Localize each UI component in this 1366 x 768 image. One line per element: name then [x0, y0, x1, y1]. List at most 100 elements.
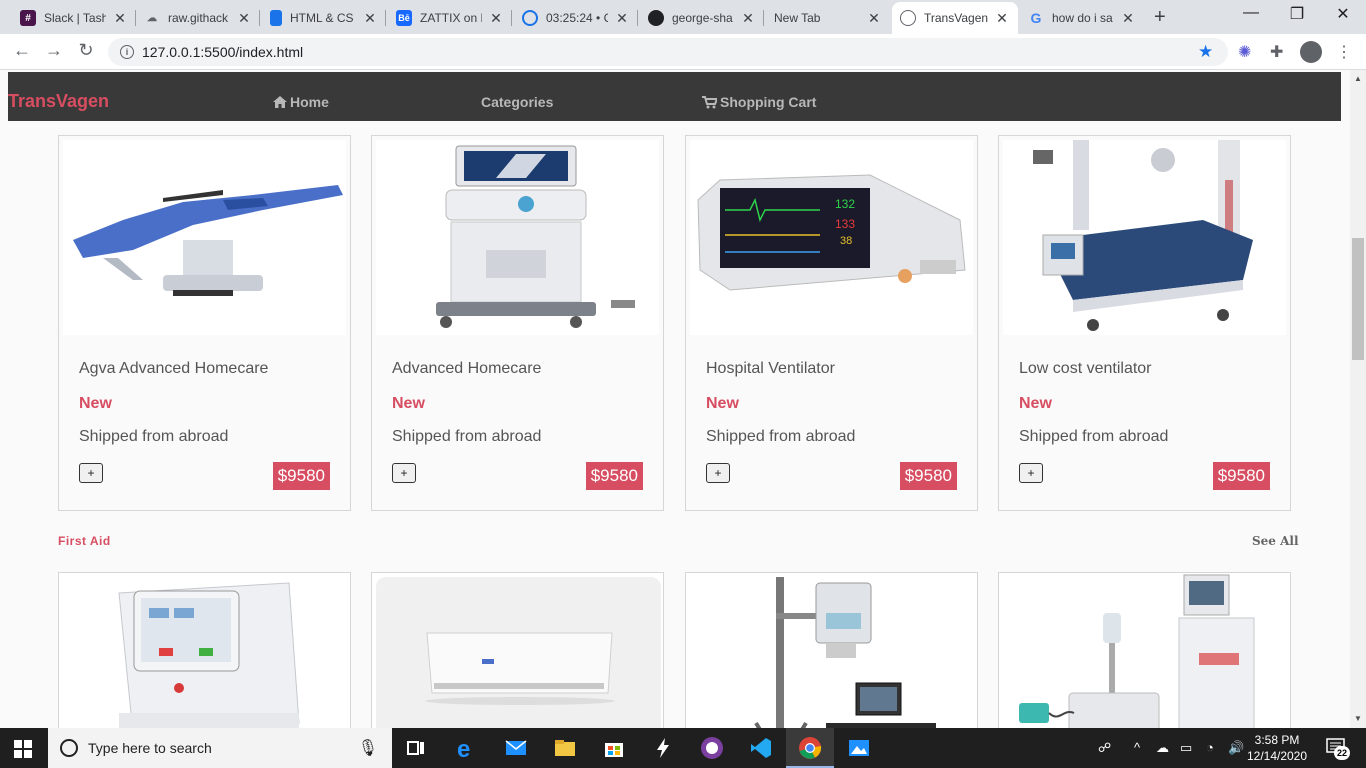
tab-githack[interactable]: ☁ raw.githack ✕ [136, 2, 260, 34]
close-icon[interactable]: ✕ [1120, 10, 1136, 27]
forward-button[interactable]: → [42, 40, 66, 61]
github-desktop-icon[interactable] [700, 736, 724, 760]
githack-icon: ☁ [147, 12, 157, 24]
browser-tab-strip: # Slack | Tash ✕ ☁ raw.githack ✕ HTML & … [0, 0, 1366, 34]
tab-google[interactable]: G how do i sa ✕ [1020, 2, 1144, 34]
close-window-button[interactable]: ✕ [1320, 4, 1366, 24]
close-icon[interactable]: ✕ [236, 10, 252, 27]
windows-taskbar: Type here to search 🎙 e ☍ ^ ☁ ▭ ◔ 🔊 3:58… [0, 728, 1366, 768]
search-placeholder: Type here to search [88, 740, 212, 756]
product-name[interactable]: Advanced Homecare [392, 360, 541, 378]
file-explorer-icon[interactable] [553, 736, 577, 760]
site-brand[interactable]: TransVagen [8, 91, 109, 112]
new-tab-button[interactable]: + [1154, 6, 1166, 29]
site-navbar: TransVagen Home Categories Shopping Cart [8, 72, 1341, 121]
minimize-button[interactable]: — [1228, 4, 1274, 22]
product-card[interactable] [58, 572, 351, 728]
product-shipping: Shipped from abroad [79, 428, 229, 445]
nav-home-label: Home [290, 94, 329, 110]
tab-title: New Tab [774, 11, 821, 25]
scroll-down-icon[interactable]: ▼ [1354, 714, 1362, 723]
tab-behance[interactable]: Bē ZATTIX on B ✕ [388, 2, 512, 34]
taskbar-clock[interactable]: 3:58 PM 12/14/2020 [1244, 732, 1310, 764]
bookmark-star-icon[interactable]: ★ [1198, 42, 1213, 62]
cloud-icon[interactable]: ☁ [1156, 740, 1169, 756]
back-button[interactable]: ← [10, 40, 34, 61]
tab-github[interactable]: george-sha ✕ [640, 2, 764, 34]
battery-icon[interactable]: ▭ [1180, 740, 1192, 756]
tab-slack[interactable]: # Slack | Tash ✕ [12, 2, 136, 34]
icu-bed-image [1003, 140, 1286, 335]
svg-text:38: 38 [840, 235, 852, 247]
dental-chair-image [63, 140, 346, 335]
clock-icon [522, 10, 538, 26]
lightning-app-icon[interactable] [651, 736, 675, 760]
profile-avatar[interactable] [1300, 41, 1322, 63]
tab-new-tab[interactable]: New Tab ✕ [766, 2, 890, 34]
product-card[interactable] [998, 572, 1291, 728]
product-card[interactable]: 132 133 38 Hospital Ventilator New Shipp… [685, 135, 978, 511]
wifi-icon[interactable]: ◔ [1206, 740, 1214, 755]
reload-button[interactable]: ↻ [74, 40, 98, 61]
svg-text:133: 133 [835, 217, 855, 231]
close-icon[interactable]: ✕ [614, 10, 630, 27]
chrome-taskbar-active[interactable] [786, 728, 834, 768]
volume-icon[interactable]: 🔊 [1228, 740, 1244, 756]
tab-html-css[interactable]: HTML & CS ✕ [262, 2, 386, 34]
add-to-cart-button[interactable]: + [79, 463, 103, 483]
close-icon[interactable]: ✕ [994, 10, 1010, 27]
product-price: $9580 [899, 462, 957, 490]
product-card[interactable]: Low cost ventilator New Shipped from abr… [998, 135, 1291, 511]
microphone-icon[interactable]: 🎙 [358, 738, 378, 758]
task-view-icon[interactable] [404, 736, 428, 760]
notification-count-badge: 22 [1334, 746, 1350, 760]
tab-clock[interactable]: 03:25:24 • C ✕ [514, 2, 638, 34]
nav-shopping-cart[interactable]: Shopping Cart [702, 94, 816, 110]
taskbar-search-input[interactable]: Type here to search 🎙 [48, 728, 392, 768]
puzzle-icon[interactable]: ✚ [1270, 42, 1283, 62]
restore-button[interactable]: ❐ [1274, 4, 1320, 24]
info-icon[interactable]: i [120, 45, 134, 59]
nav-home[interactable]: Home [273, 94, 329, 110]
nav-categories-label: Categories [481, 94, 554, 110]
windows-start-icon[interactable] [14, 740, 32, 758]
close-icon[interactable]: ✕ [740, 10, 756, 27]
extension-icon[interactable]: ✺ [1238, 42, 1251, 62]
store-icon[interactable] [602, 736, 626, 760]
people-icon[interactable]: ☍ [1098, 740, 1111, 756]
home-icon [273, 96, 287, 108]
add-to-cart-button[interactable]: + [706, 463, 730, 483]
tab-transvagen[interactable]: TransVagen ✕ [892, 2, 1018, 34]
nav-categories[interactable]: Categories [481, 94, 553, 110]
photos-icon[interactable] [847, 736, 871, 760]
product-name[interactable]: Agva Advanced Homecare [79, 360, 268, 378]
patient-monitor-image: 132 133 38 [690, 140, 973, 335]
scroll-up-icon[interactable]: ▲ [1354, 74, 1362, 83]
close-icon[interactable]: ✕ [488, 10, 504, 27]
edge-icon[interactable]: e [455, 736, 479, 760]
product-card[interactable] [685, 572, 978, 728]
url-input[interactable]: i 127.0.0.1:5500/index.html [108, 38, 1228, 66]
mail-icon[interactable] [504, 736, 528, 760]
close-icon[interactable]: ✕ [866, 10, 882, 27]
product-card[interactable] [371, 572, 664, 728]
see-all-link[interactable]: See All [1252, 534, 1299, 548]
notification-center-icon[interactable]: 22 [1326, 738, 1350, 760]
product-card[interactable]: Agva Advanced Homecare New Shipped from … [58, 135, 351, 511]
menu-kebab-icon[interactable]: ⋮ [1336, 42, 1352, 62]
product-card[interactable]: Advanced Homecare New Shipped from abroa… [371, 135, 664, 511]
product-name[interactable]: Low cost ventilator [1019, 360, 1152, 378]
tab-title: HTML & CS [290, 11, 354, 25]
add-to-cart-button[interactable]: + [1019, 463, 1043, 483]
close-icon[interactable]: ✕ [112, 10, 128, 27]
add-to-cart-button[interactable]: + [392, 463, 416, 483]
page-scrollbar[interactable]: ▲ ▼ [1350, 70, 1366, 728]
product-name[interactable]: Hospital Ventilator [706, 360, 835, 378]
chevron-up-icon[interactable]: ^ [1134, 740, 1140, 755]
globe-icon [900, 10, 916, 26]
chrome-icon [799, 737, 822, 759]
product-shipping: Shipped from abroad [706, 428, 856, 445]
vscode-icon[interactable] [749, 736, 773, 760]
scrollbar-thumb[interactable] [1352, 238, 1364, 360]
close-icon[interactable]: ✕ [362, 10, 378, 27]
